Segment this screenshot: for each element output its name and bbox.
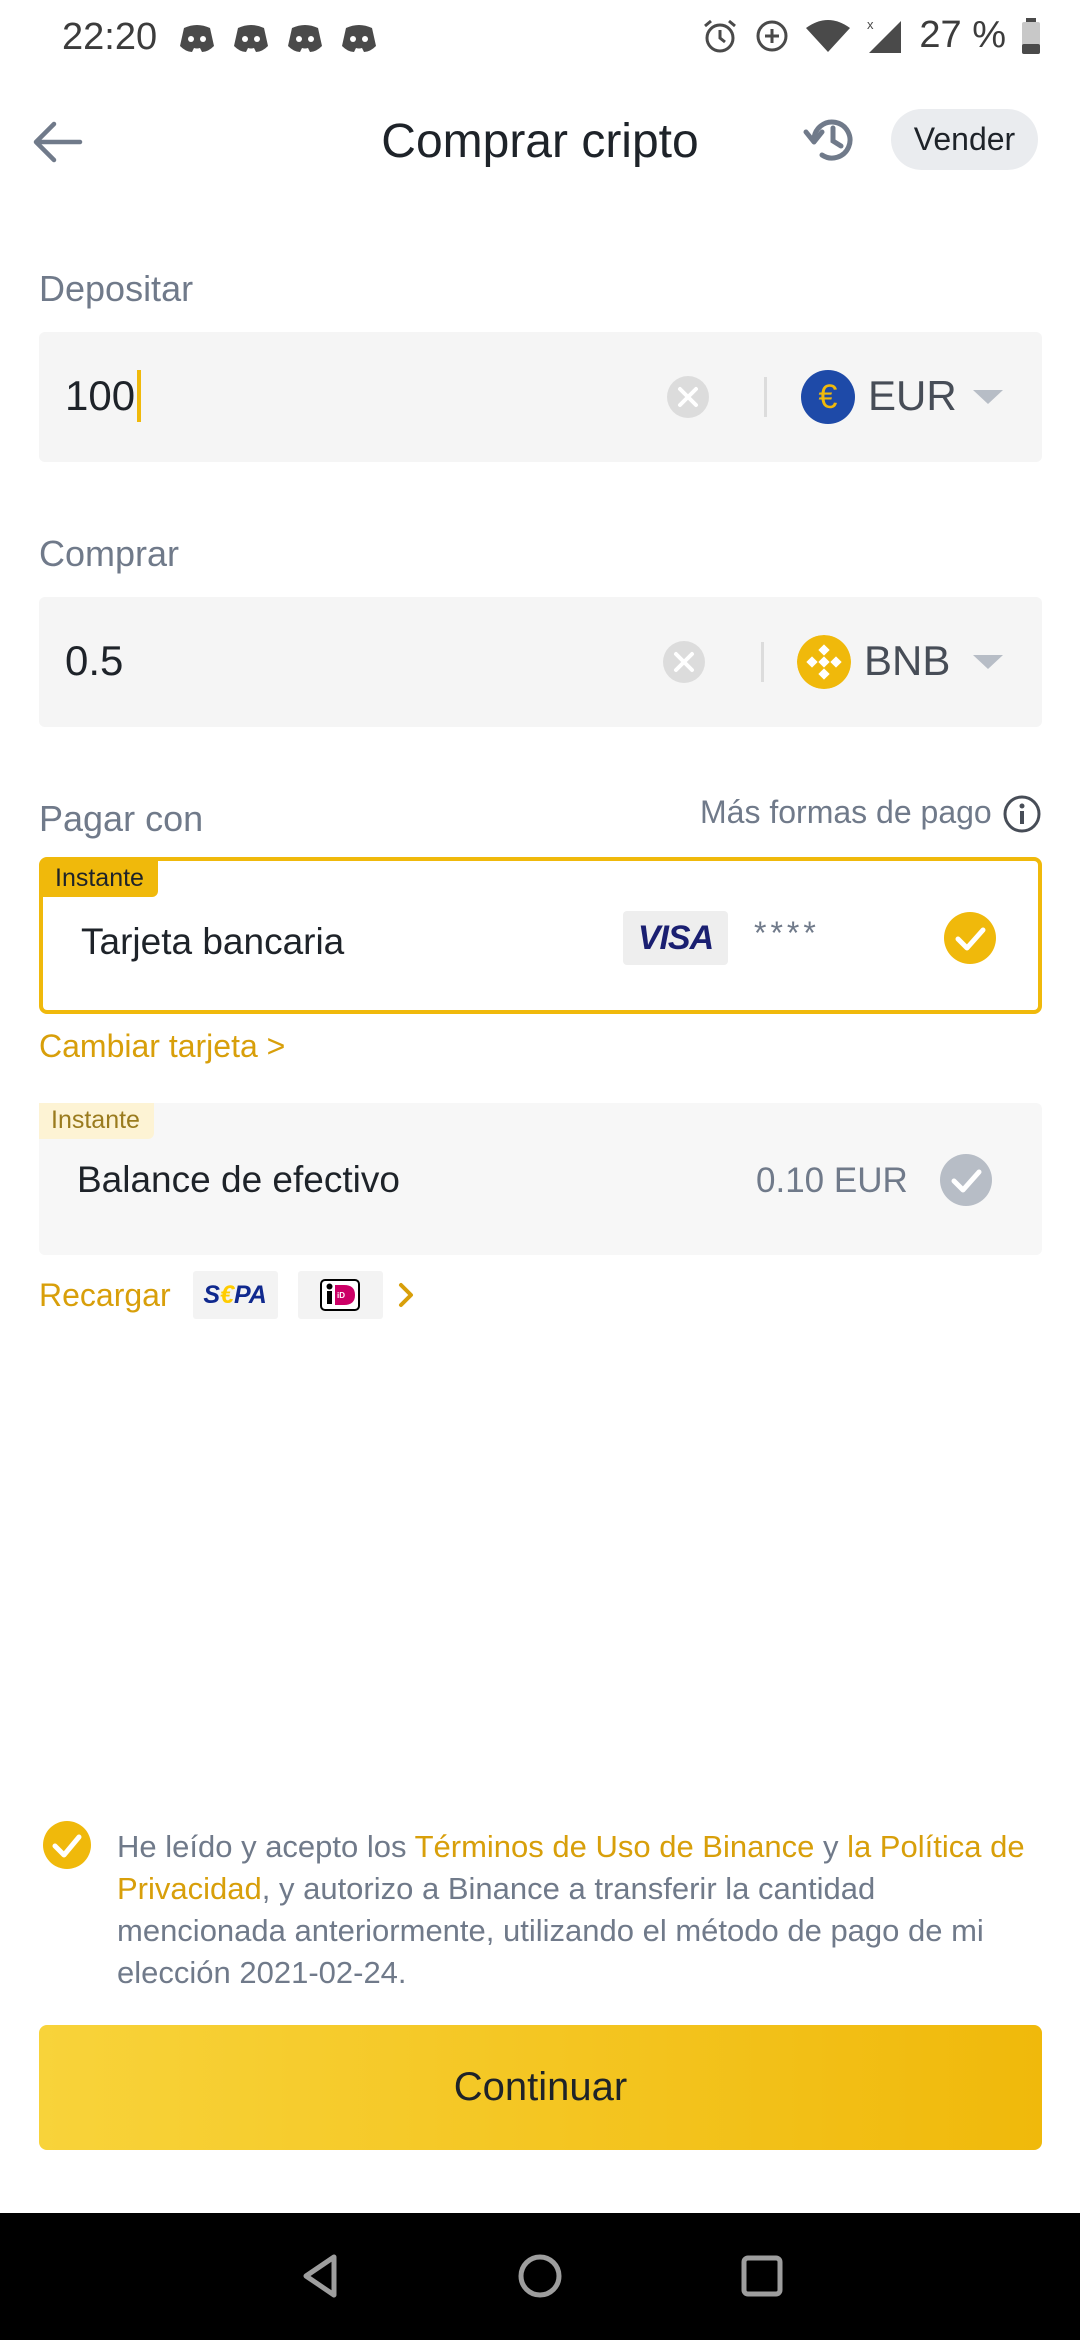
terms-text-part: He leído y acepto los bbox=[117, 1829, 415, 1864]
back-nav-icon[interactable] bbox=[294, 2249, 348, 2303]
terms-text: He leído y acepto los Términos de Uso de… bbox=[117, 1826, 1047, 1994]
bank-card-title: Tarjeta bancaria bbox=[81, 921, 345, 962]
svg-text:iD: iD bbox=[337, 1291, 345, 1300]
clear-icon[interactable] bbox=[662, 640, 706, 684]
recents-nav-icon[interactable] bbox=[735, 2249, 789, 2303]
battery-icon bbox=[1022, 17, 1040, 54]
notification-icons bbox=[178, 22, 378, 56]
terms-checkbox[interactable] bbox=[42, 1820, 92, 1870]
recharge-row[interactable]: Recargar S€PA iD bbox=[39, 1270, 419, 1320]
divider bbox=[764, 377, 767, 417]
buy-input-row[interactable]: 0.5 BNB bbox=[39, 597, 1042, 727]
buy-label: Comprar bbox=[39, 533, 180, 574]
deposit-currency[interactable]: EUR bbox=[868, 372, 957, 420]
terms-text-part: y bbox=[814, 1829, 848, 1864]
system-nav-bar bbox=[0, 2213, 1080, 2340]
discord-icon bbox=[342, 25, 376, 52]
battery-text: 27 % bbox=[919, 14, 1006, 56]
home-nav-icon[interactable] bbox=[513, 2249, 567, 2303]
alarm-icon bbox=[704, 19, 737, 52]
more-payment-methods-link[interactable]: Más formas de pago bbox=[700, 794, 992, 831]
info-icon[interactable] bbox=[1002, 794, 1042, 834]
bnb-icon[interactable] bbox=[797, 635, 851, 689]
card-number-mask: **** bbox=[754, 915, 820, 951]
cash-balance-option[interactable]: Instante Balance de efectivo 0.10 EUR bbox=[39, 1103, 1042, 1255]
svg-text:x: x bbox=[867, 17, 874, 32]
euro-icon[interactable]: € bbox=[801, 370, 855, 424]
status-right: x 27 % bbox=[701, 14, 1042, 57]
deposit-label: Depositar bbox=[39, 268, 194, 309]
deposit-amount-input[interactable]: 100 bbox=[65, 369, 142, 422]
continue-button[interactable]: Continuar bbox=[39, 2025, 1042, 2150]
ideal-icon: iD bbox=[320, 1279, 361, 1311]
check-unselected-icon[interactable] bbox=[939, 1153, 993, 1207]
text-caret bbox=[137, 369, 142, 422]
status-bar: 22:20 x 27 % bbox=[0, 0, 1080, 80]
terms-of-use-link[interactable]: Términos de Uso de Binance bbox=[415, 1829, 815, 1864]
buy-currency[interactable]: BNB bbox=[864, 637, 950, 685]
cash-balance-amount: 0.10 EUR bbox=[756, 1161, 908, 1200]
signal-icon: x bbox=[867, 17, 902, 53]
wifi-icon bbox=[806, 19, 851, 52]
chevron-right-icon[interactable] bbox=[393, 1275, 419, 1315]
pay-with-label: Pagar con bbox=[39, 798, 204, 839]
check-selected-icon bbox=[944, 912, 996, 964]
data-saver-icon bbox=[756, 20, 788, 51]
status-time: 22:20 bbox=[62, 16, 158, 58]
divider bbox=[761, 642, 764, 682]
visa-logo: VISA bbox=[623, 911, 728, 965]
ideal-logo: iD bbox=[297, 1271, 383, 1319]
cash-balance-title: Balance de efectivo bbox=[77, 1159, 400, 1200]
sell-button[interactable]: Vender bbox=[891, 109, 1038, 170]
history-icon[interactable] bbox=[802, 110, 862, 170]
discord-icon bbox=[180, 25, 214, 52]
clear-icon[interactable] bbox=[666, 375, 710, 419]
deposit-input-row[interactable]: 100 € EUR bbox=[39, 332, 1042, 462]
instant-badge: Instante bbox=[39, 1103, 154, 1139]
change-card-link[interactable]: Cambiar tarjeta > bbox=[39, 1028, 285, 1065]
sepa-logo: S€PA bbox=[192, 1271, 278, 1319]
buy-amount-input[interactable]: 0.5 bbox=[65, 637, 123, 685]
sepa-logo-text: S€PA bbox=[203, 1280, 267, 1309]
discord-icon bbox=[234, 25, 268, 52]
bank-card-option[interactable]: Instante Tarjeta bancaria VISA **** bbox=[39, 857, 1042, 1014]
recharge-link[interactable]: Recargar bbox=[39, 1277, 171, 1314]
chevron-down-icon[interactable] bbox=[973, 655, 1003, 669]
header: Comprar cripto Vender bbox=[0, 100, 1080, 184]
chevron-down-icon[interactable] bbox=[973, 390, 1003, 404]
instant-badge: Instante bbox=[43, 861, 158, 897]
discord-icon bbox=[288, 25, 322, 52]
